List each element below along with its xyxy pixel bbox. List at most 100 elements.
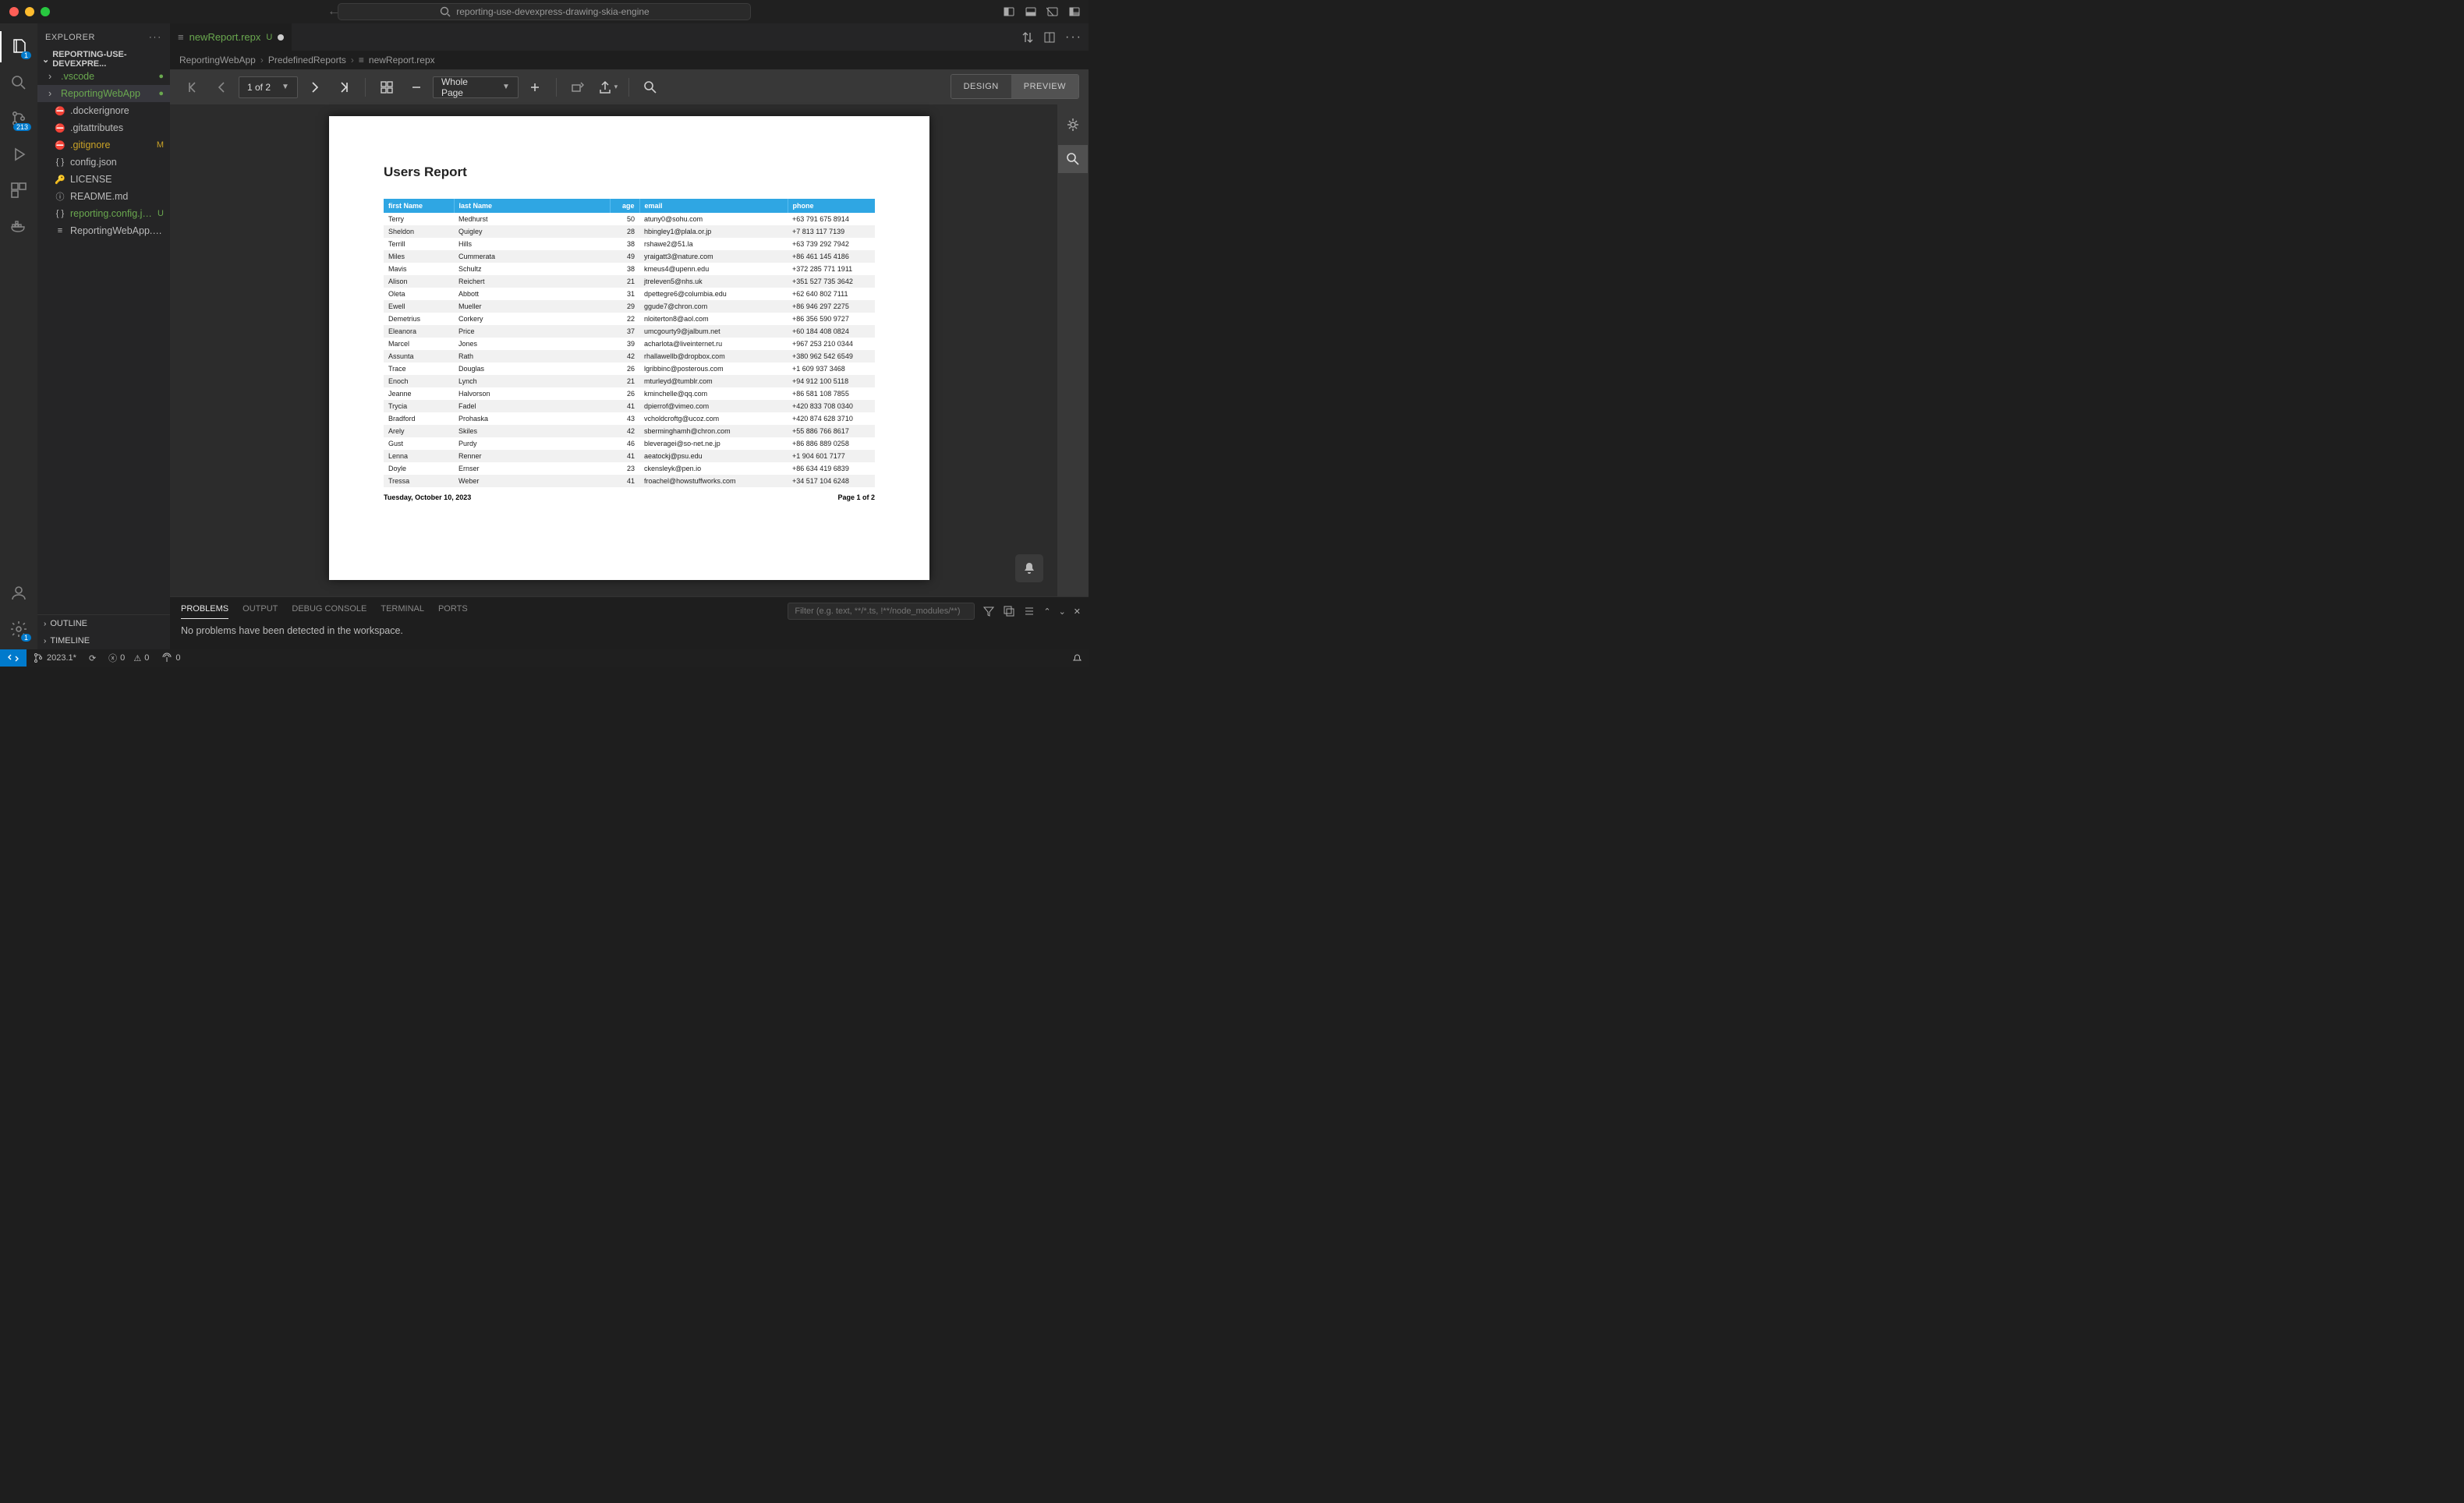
tab-more-icon[interactable]: ··· [1065,30,1082,44]
report-footer-page: Page 1 of 2 [837,493,875,501]
highlight-fields-button[interactable] [565,74,591,101]
sidebar-more-icon[interactable]: ··· [149,33,162,42]
collapse-all-icon[interactable] [1003,605,1015,617]
explorer-item-label: .gitattributes [70,122,164,133]
remote-indicator[interactable] [0,649,27,667]
command-center[interactable]: reporting-use-devexpress-drawing-skia-en… [338,3,751,20]
table-cell: Mueller [454,300,610,313]
explorer-item[interactable]: 🔑LICENSE [37,171,170,188]
explorer-item[interactable]: ⛔.gitattributes [37,119,170,136]
filter-icon[interactable] [982,605,995,617]
explorer-item[interactable]: ›ReportingWebApp● [37,85,170,102]
table-cell: Assunta [384,350,454,362]
chevron-right-icon: › [48,88,56,99]
status-ports[interactable]: 0 [155,652,186,663]
explorer-item[interactable]: ⓘREADME.md [37,188,170,205]
report-title: Users Report [384,164,875,180]
table-row: AlisonReichert21jtreleven5@nhs.uk+351 52… [384,275,875,288]
export-options-button[interactable] [1058,111,1088,139]
page-selector[interactable]: 1 of 2▼ [239,76,298,98]
table-cell: dpettegre6@columbia.edu [639,288,788,300]
problems-filter-input[interactable] [788,603,975,620]
activity-settings[interactable]: 1 [0,614,37,645]
table-cell: Jeanne [384,387,454,400]
activity-search[interactable] [0,67,37,98]
breadcrumb[interactable]: PredefinedReports [268,55,346,65]
window-close-icon[interactable] [9,7,19,16]
workspace-root[interactable]: ⌄ REPORTING-USE-DEVEXPRE... [37,51,170,68]
notifications-button[interactable] [1015,554,1043,582]
outline-label: OUTLINE [50,619,87,628]
panel-tab[interactable]: TERMINAL [381,604,424,618]
table-cell: jtreleven5@nhs.uk [639,275,788,288]
panel-maximize-icon[interactable]: ⌃ [1043,607,1050,617]
outline-header[interactable]: ›OUTLINE [37,615,170,632]
panel-tab[interactable]: PROBLEMS [181,604,228,619]
design-toggle-label: DESIGN [964,82,999,91]
zoom-out-button[interactable] [403,74,430,101]
explorer-item[interactable]: { }config.json [37,154,170,171]
status-branch[interactable]: 2023.1* [27,652,83,663]
editor-tab[interactable]: ≡ newReport.repx U [170,23,292,51]
status-sync[interactable]: ⟳ [83,653,102,663]
activity-extensions[interactable] [0,175,37,206]
breadcrumb[interactable]: ReportingWebApp [179,55,256,65]
table-cell: acharlota@liveinternet.ru [639,338,788,350]
explorer-item[interactable]: ≡ReportingWebApp.sln [37,222,170,239]
antenna-icon [161,652,172,663]
activity-scm[interactable]: 213 [0,103,37,134]
zoom-in-button[interactable] [522,74,548,101]
table-cell: aeatockj@psu.edu [639,450,788,462]
file-icon: { } [55,209,65,218]
explorer-item[interactable]: { }reporting.config.jsonU [37,205,170,222]
table-row: TerrillHills38rshawe2@51.la+63 739 292 7… [384,238,875,250]
panel-tab[interactable]: OUTPUT [243,604,278,618]
panel-close-icon[interactable]: ✕ [1074,607,1081,617]
zoom-selector[interactable]: Whole Page▼ [433,76,519,98]
breadcrumb[interactable]: newReport.repx [369,55,435,65]
search-panel-button[interactable] [1058,145,1088,173]
table-cell: +86 886 889 0258 [788,437,875,450]
table-cell: +86 946 297 2275 [788,300,875,313]
table-cell: Skiles [454,425,610,437]
table-cell: Hills [454,238,610,250]
layout-secondary-icon[interactable] [1046,5,1059,18]
layout-primary-icon[interactable] [1003,5,1015,18]
activity-account[interactable] [0,578,37,609]
panel-tab[interactable]: DEBUG CONSOLE [292,604,366,618]
search-report-button[interactable] [637,74,664,101]
activity-docker[interactable] [0,210,37,242]
explorer-item[interactable]: ›.vscode● [37,68,170,85]
explorer-item-label: .dockerignore [70,105,164,116]
table-cell: +60 184 408 0824 [788,325,875,338]
window-minimize-icon[interactable] [25,7,34,16]
export-button[interactable]: ▾ [594,74,621,101]
first-page-button[interactable] [179,74,206,101]
panel-toggle-icon[interactable]: ⌄ [1059,607,1066,617]
window-maximize-icon[interactable] [41,7,50,16]
status-bell[interactable] [1066,653,1089,663]
compare-icon[interactable] [1021,31,1034,44]
preview-toggle[interactable]: PREVIEW [1011,75,1078,98]
design-toggle[interactable]: DESIGN [951,75,1011,98]
activity-debug[interactable] [0,139,37,170]
view-as-list-icon[interactable] [1023,605,1036,617]
panel-tab[interactable]: PORTS [438,604,468,618]
table-cell: +63 739 292 7942 [788,238,875,250]
activity-explorer[interactable]: 1 [0,31,37,62]
table-cell: Mavis [384,263,454,275]
last-page-button[interactable] [331,74,357,101]
status-errors[interactable]: ⓧ0 ⚠0 [102,652,155,664]
timeline-header[interactable]: ›TIMELINE [37,632,170,649]
table-cell: 26 [610,387,639,400]
chevron-right-icon: › [48,71,56,82]
prev-page-button[interactable] [209,74,235,101]
layout-customize-icon[interactable] [1068,5,1081,18]
next-page-button[interactable] [301,74,327,101]
table-row: SheldonQuigley28hbingley1@plala.or.jp+7 … [384,225,875,238]
multipage-button[interactable] [373,74,400,101]
split-editor-icon[interactable] [1043,31,1056,44]
explorer-item[interactable]: ⛔.gitignoreM [37,136,170,154]
layout-panel-icon[interactable] [1025,5,1037,18]
explorer-item[interactable]: ⛔.dockerignore [37,102,170,119]
